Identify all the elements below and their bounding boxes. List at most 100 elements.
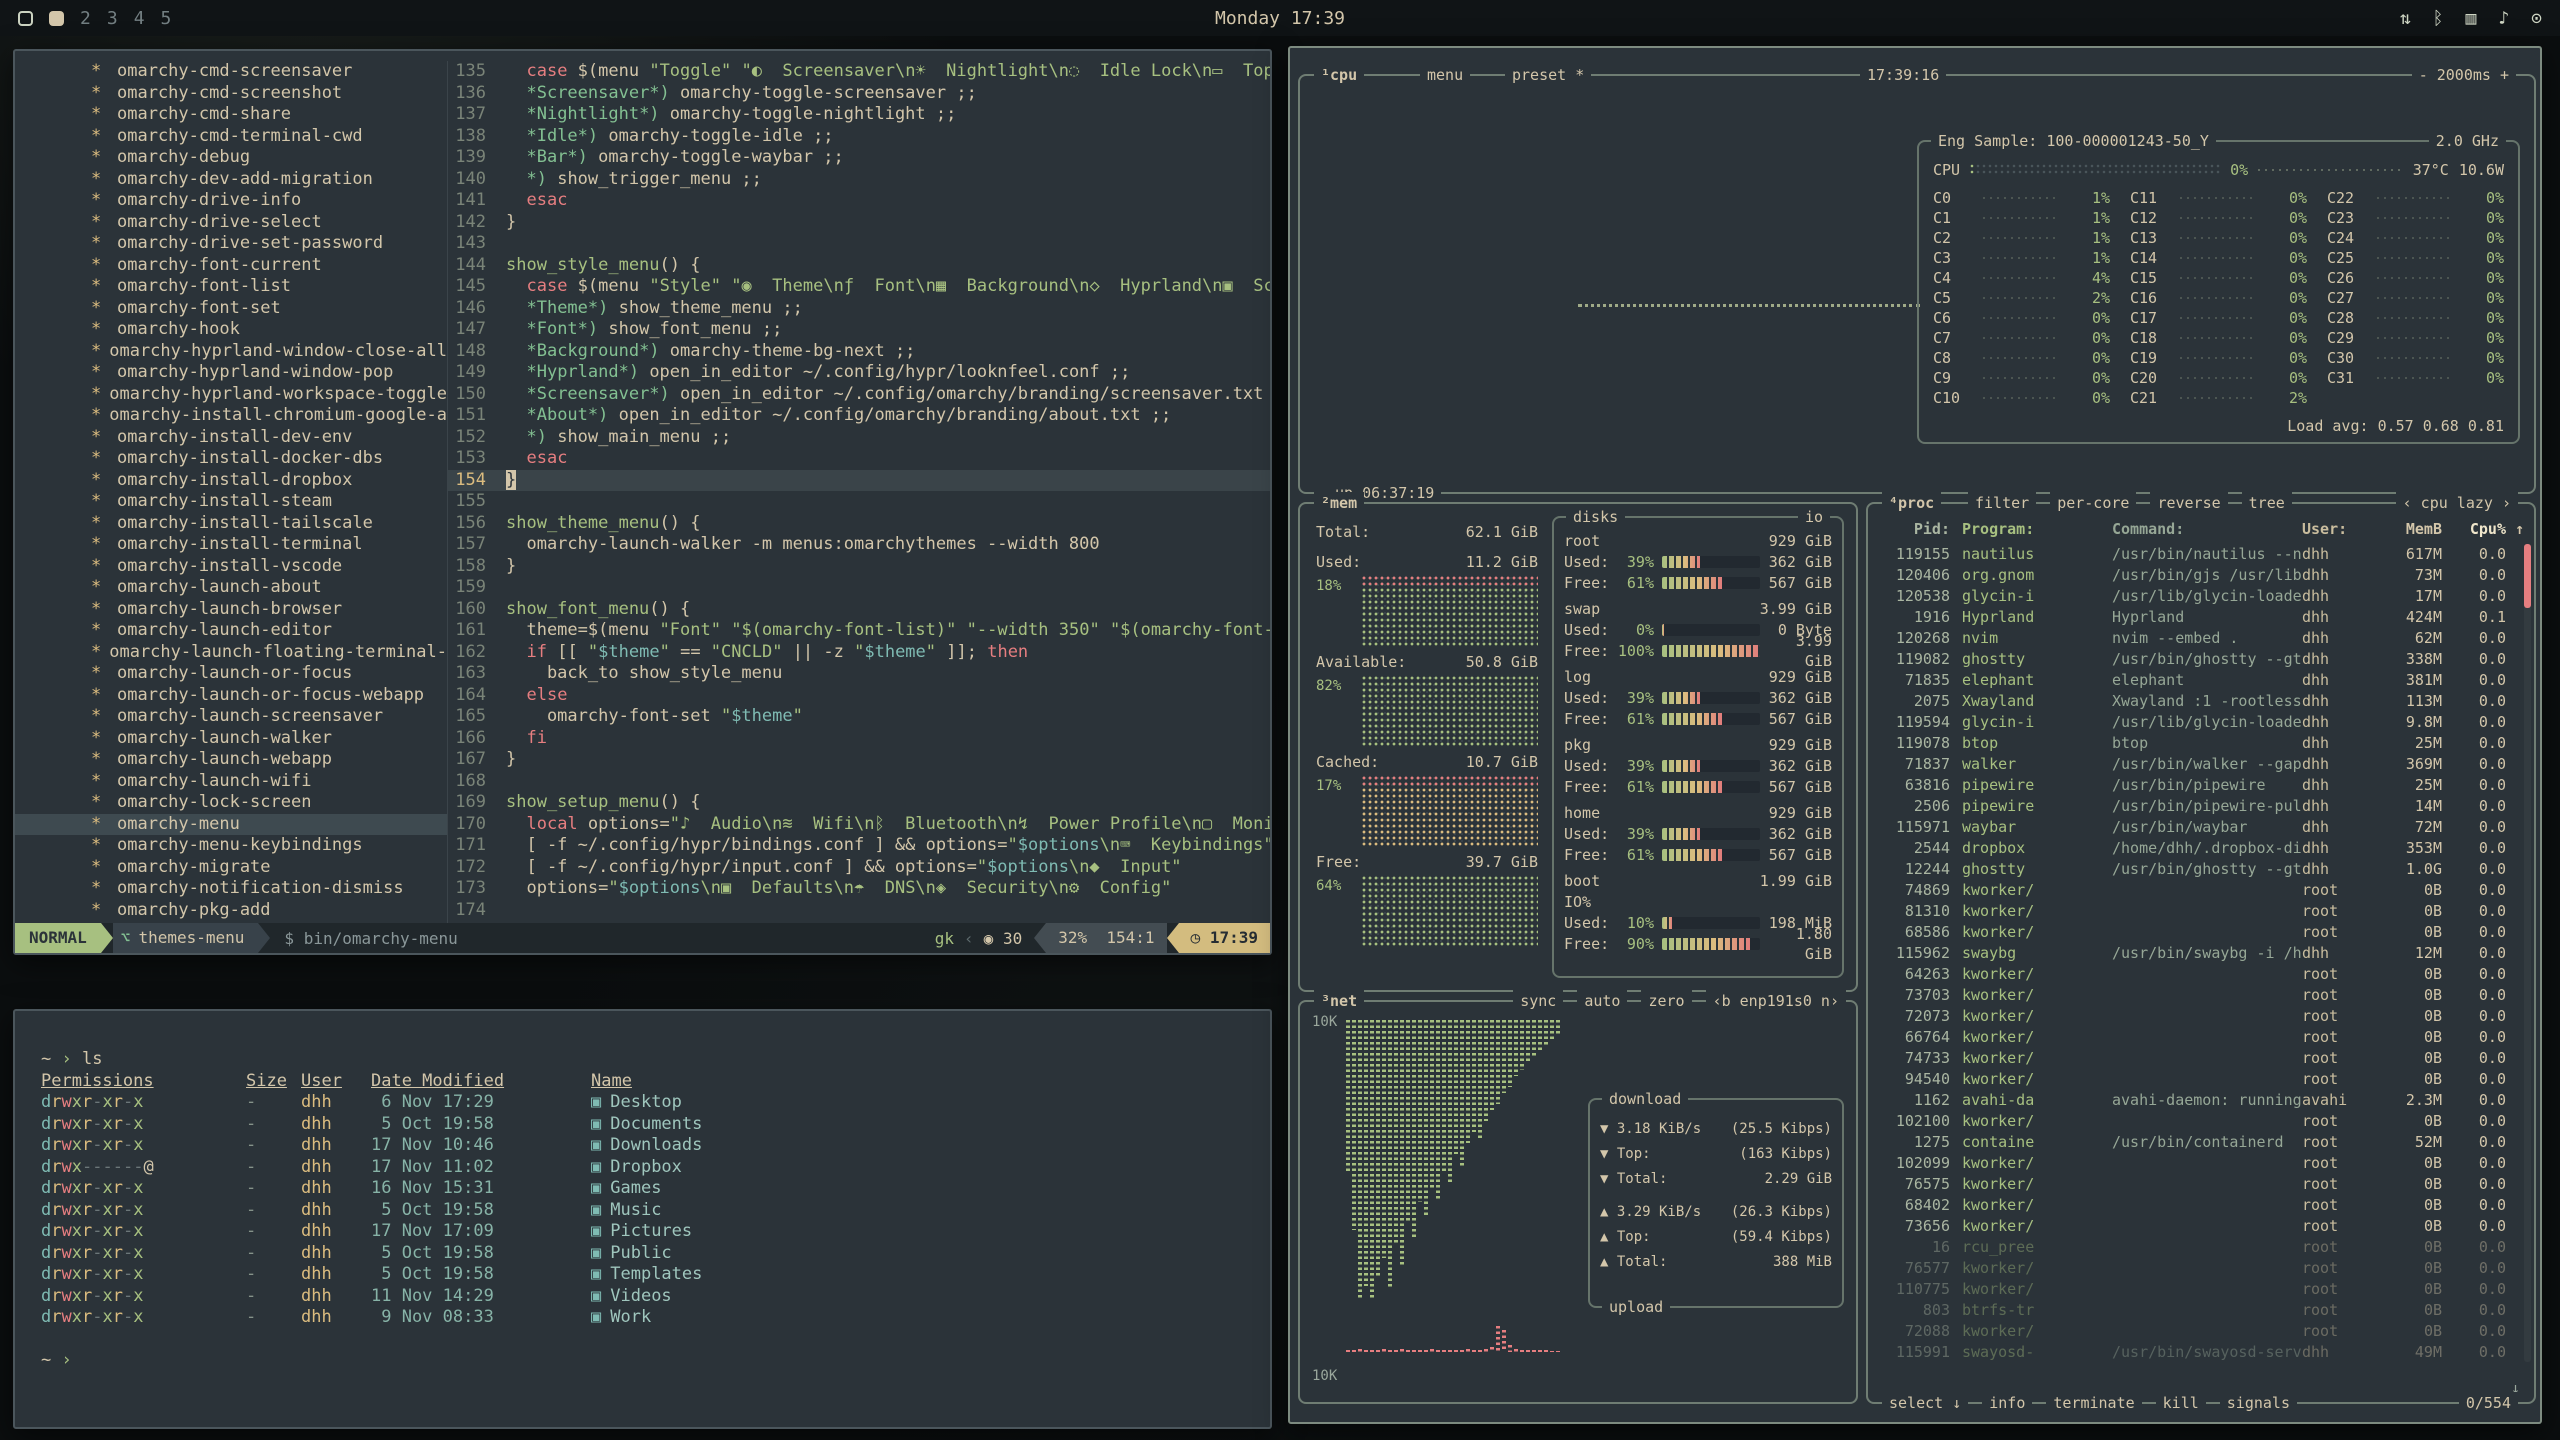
process-row[interactable]: 115991 swayosd- /usr/bin/swayosd-server … — [1878, 1341, 2524, 1362]
code-line[interactable]: 152 *) show_main_menu ;; — [448, 427, 1270, 449]
code-line[interactable]: 145 case $(menu "Style" "◉ Theme\nƒ Font… — [448, 276, 1270, 298]
code-line[interactable]: 173 options="$options\n▣ Defaults\n☂ DNS… — [448, 878, 1270, 900]
file-tree-item[interactable]: * omarchy-launch-webapp — [15, 749, 447, 771]
process-row[interactable]: 68586 kworker/ root 0B 0.0 — [1878, 921, 2524, 942]
net-auto-button[interactable]: auto — [1577, 990, 1627, 1012]
file-tree-item[interactable]: * omarchy-dev-add-migration — [15, 169, 447, 191]
process-row[interactable]: 119155 nautilus /usr/bin/nautilus --new … — [1878, 543, 2524, 564]
process-row[interactable]: 16 rcu_pree root 0B 0.0 — [1878, 1236, 2524, 1257]
code-line[interactable]: 136 *Screensaver*) omarchy-toggle-screen… — [448, 83, 1270, 105]
per-core-button[interactable]: per-core — [2050, 492, 2136, 514]
process-row[interactable]: 81310 kworker/ root 0B 0.0 — [1878, 900, 2524, 921]
file-tree-item[interactable]: * omarchy-migrate — [15, 857, 447, 879]
code-line[interactable]: 170 local options="♪ Audio\n≋ Wifi\nᛒ Bl… — [448, 814, 1270, 836]
file-tree-item[interactable]: * omarchy-menu-keybindings — [15, 835, 447, 857]
terminal-window[interactable]: ~ › ls Permissions Size User Date Modifi… — [13, 1009, 1272, 1429]
net-sync-button[interactable]: sync — [1513, 990, 1563, 1012]
process-row[interactable]: 63816 pipewire /usr/bin/pipewire dhh 25M… — [1878, 774, 2524, 795]
reverse-button[interactable]: reverse — [2150, 492, 2227, 514]
code-line[interactable]: 147 *Font*) show_font_menu ;; — [448, 319, 1270, 341]
process-row[interactable]: 12244 ghostty /usr/bin/ghostty --gtk- dh… — [1878, 858, 2524, 879]
process-row[interactable]: 2544 dropbox /home/dhh/.dropbox-dist dhh… — [1878, 837, 2524, 858]
code-line[interactable]: 135 case $(menu "Toggle" "◐ Screensaver\… — [448, 61, 1270, 83]
filter-button[interactable]: filter — [1968, 492, 2036, 514]
file-tree-item[interactable]: * omarchy-drive-info — [15, 190, 447, 212]
code-line[interactable]: 143 — [448, 233, 1270, 255]
workspace-special-icon[interactable] — [18, 11, 33, 26]
power-icon[interactable]: ⊙ — [2531, 8, 2542, 29]
process-row[interactable]: 71837 walker /usr/bin/walker --gappl dhh… — [1878, 753, 2524, 774]
file-tree-item[interactable]: * omarchy-install-chromium-google-a — [15, 405, 447, 427]
process-row[interactable]: 1916 Hyprland Hyprland dhh 424M 0.1 — [1878, 606, 2524, 627]
process-row[interactable]: 115971 waybar /usr/bin/waybar dhh 72M 0.… — [1878, 816, 2524, 837]
code-line[interactable]: 149 *Hyprland*) open_in_editor ~/.config… — [448, 362, 1270, 384]
info-button[interactable]: info — [1982, 1392, 2032, 1414]
workspace-active-icon[interactable] — [49, 11, 64, 26]
code-line[interactable]: 171 [ -f ~/.config/hypr/bindings.conf ] … — [448, 835, 1270, 857]
code-line[interactable]: 154 } — [448, 470, 1270, 492]
net-title[interactable]: ³net — [1314, 990, 1364, 1012]
code-line[interactable]: 160 show_font_menu() { — [448, 599, 1270, 621]
sort-column-selector[interactable]: ‹ cpu lazy › — [2396, 492, 2518, 514]
file-tree-item[interactable]: * omarchy-hyprland-workspace-toggle — [15, 384, 447, 406]
code-line[interactable]: 161 theme=$(menu "Font" "$(omarchy-font-… — [448, 620, 1270, 642]
code-line[interactable]: 162 if [[ "$theme" == "CNCLD" || -z "$th… — [448, 642, 1270, 664]
file-tree-item[interactable]: * omarchy-debug — [15, 147, 447, 169]
code-line[interactable]: 169 show_setup_menu() { — [448, 792, 1270, 814]
file-tree-item[interactable]: * omarchy-launch-floating-terminal- — [15, 642, 447, 664]
code-line[interactable]: 155 — [448, 491, 1270, 513]
code-line[interactable]: 157 omarchy-launch-walker -m menus:omarc… — [448, 534, 1270, 556]
process-row[interactable]: 1275 containe /usr/bin/containerd root 5… — [1878, 1131, 2524, 1152]
scrollbar-thumb[interactable] — [2524, 544, 2531, 608]
process-row[interactable]: 73656 kworker/ root 0B 0.0 — [1878, 1215, 2524, 1236]
workspace-number[interactable]: 2 — [80, 8, 91, 29]
kill-button[interactable]: kill — [2156, 1392, 2206, 1414]
process-row[interactable]: 102099 kworker/ root 0B 0.0 — [1878, 1152, 2524, 1173]
code-line[interactable]: 156 show_theme_menu() { — [448, 513, 1270, 535]
process-scrollbar[interactable] — [2524, 544, 2531, 1362]
code-line[interactable]: 165 omarchy-font-set "$theme" — [448, 706, 1270, 728]
code-line[interactable]: 150 *Screensaver*) open_in_editor ~/.con… — [448, 384, 1270, 406]
process-row[interactable]: 64263 kworker/ root 0B 0.0 — [1878, 963, 2524, 984]
process-row[interactable]: 110775 kworker/ root 0B 0.0 — [1878, 1278, 2524, 1299]
process-row[interactable]: 1162 avahi-da avahi-daemon: running [ av… — [1878, 1089, 2524, 1110]
code-line[interactable]: 158 } — [448, 556, 1270, 578]
file-tree-item[interactable]: * omarchy-launch-or-focus — [15, 663, 447, 685]
file-tree-item[interactable]: * omarchy-cmd-share — [15, 104, 447, 126]
bluetooth-icon[interactable]: ᛒ — [2433, 8, 2444, 29]
code-line[interactable]: 167 } — [448, 749, 1270, 771]
process-row[interactable]: 2506 pipewire /usr/bin/pipewire-pulse dh… — [1878, 795, 2524, 816]
code-line[interactable]: 164 else — [448, 685, 1270, 707]
process-row[interactable]: 119078 btop btop dhh 25M 0.0 — [1878, 732, 2524, 753]
code-line[interactable]: 172 [ -f ~/.config/hypr/input.conf ] && … — [448, 857, 1270, 879]
net-interface-selector[interactable]: ‹b enp191s0 n› — [1706, 990, 1846, 1012]
file-tree-item[interactable]: * omarchy-cmd-terminal-cwd — [15, 126, 447, 148]
process-row[interactable]: 74869 kworker/ root 0B 0.0 — [1878, 879, 2524, 900]
file-tree-item[interactable]: * omarchy-launch-about — [15, 577, 447, 599]
file-tree-item[interactable]: * omarchy-launch-screensaver — [15, 706, 447, 728]
file-tree-item[interactable]: * omarchy-font-set — [15, 298, 447, 320]
code-line[interactable]: 144 show_style_menu() { — [448, 255, 1270, 277]
file-tree-item[interactable]: * omarchy-lock-screen — [15, 792, 447, 814]
proc-title[interactable]: ⁴proc — [1882, 492, 1941, 514]
file-tree-item[interactable]: * omarchy-pkg-add — [15, 900, 447, 922]
process-row[interactable]: 119594 glycin-i /usr/lib/glycin-loaders … — [1878, 711, 2524, 732]
terminate-button[interactable]: terminate — [2046, 1392, 2141, 1414]
process-row[interactable]: 71835 elephant elephant dhh 381M 0.0 — [1878, 669, 2524, 690]
process-row[interactable]: 72088 kworker/ root 0B 0.0 — [1878, 1320, 2524, 1341]
net-zero-button[interactable]: zero — [1641, 990, 1691, 1012]
code-line[interactable]: 138 *Idle*) omarchy-toggle-idle ;; — [448, 126, 1270, 148]
process-row[interactable]: 74733 kworker/ root 0B 0.0 — [1878, 1047, 2524, 1068]
file-tree-item[interactable]: * omarchy-install-dev-env — [15, 427, 447, 449]
code-line[interactable]: 151 *About*) open_in_editor ~/.config/om… — [448, 405, 1270, 427]
io-mode-button[interactable]: io — [1798, 506, 1830, 528]
code-line[interactable]: 142 } — [448, 212, 1270, 234]
process-row[interactable]: 72073 kworker/ root 0B 0.0 — [1878, 1005, 2524, 1026]
file-tree-item[interactable]: * omarchy-install-steam — [15, 491, 447, 513]
file-tree-item[interactable]: * omarchy-install-dropbox — [15, 470, 447, 492]
mem-title[interactable]: ²mem — [1314, 492, 1364, 514]
tree-button[interactable]: tree — [2242, 492, 2292, 514]
process-row[interactable]: 68402 kworker/ root 0B 0.0 — [1878, 1194, 2524, 1215]
code-line[interactable]: 137 *Nightlight*) omarchy-toggle-nightli… — [448, 104, 1270, 126]
file-tree-item[interactable]: * omarchy-launch-walker — [15, 728, 447, 750]
